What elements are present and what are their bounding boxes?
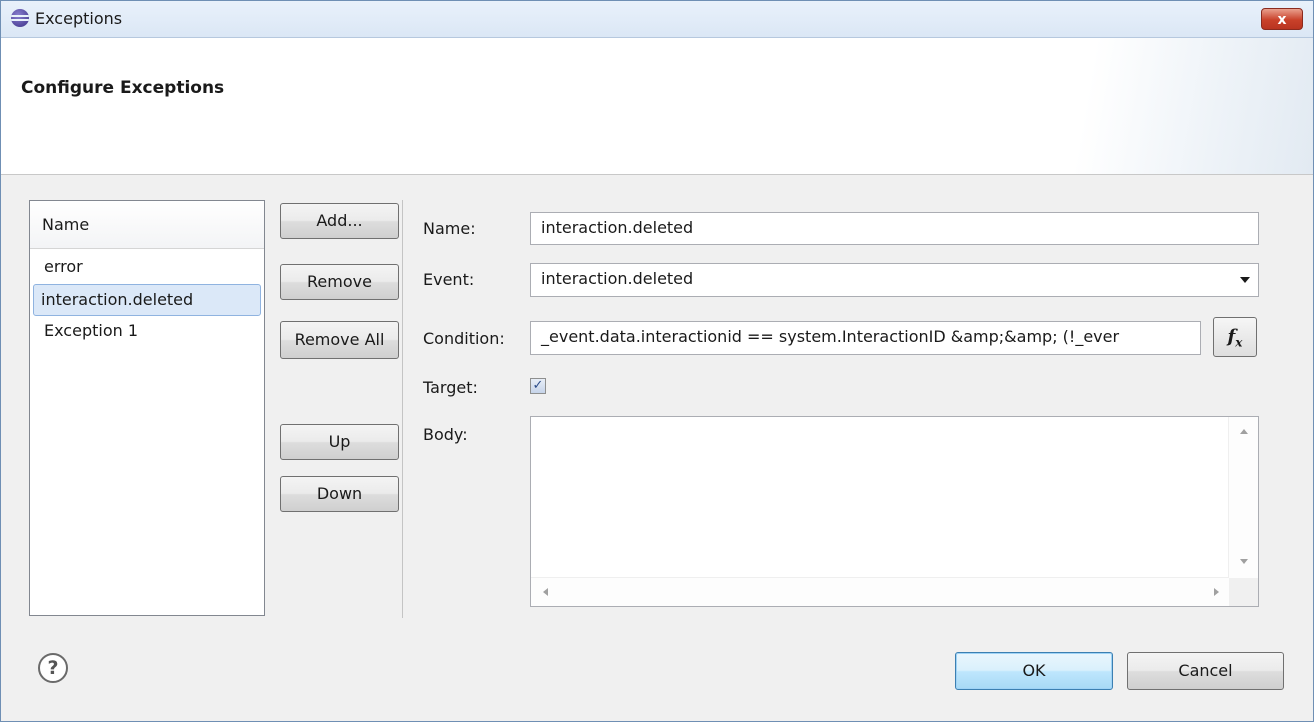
down-button[interactable]: Down <box>280 476 399 512</box>
title-bar[interactable]: Exceptions x <box>1 1 1313 38</box>
list-column-header[interactable]: Name <box>30 201 264 249</box>
list-item[interactable]: Exception 1 <box>33 316 261 348</box>
scroll-left-icon[interactable] <box>543 588 548 596</box>
condition-label: Condition: <box>423 329 505 348</box>
body-textarea[interactable] <box>530 416 1259 607</box>
function-button[interactable]: fx <box>1213 317 1257 357</box>
add-button[interactable]: Add... <box>280 203 399 239</box>
header-banner: Configure Exceptions <box>1 38 1313 175</box>
name-field[interactable]: interaction.deleted <box>530 212 1259 245</box>
chevron-down-icon[interactable] <box>1240 277 1250 283</box>
function-icon: fx <box>1227 326 1243 350</box>
eclipse-icon <box>11 9 29 27</box>
horizontal-scrollbar[interactable] <box>531 577 1229 606</box>
remove-all-button[interactable]: Remove All <box>280 321 399 359</box>
window-title: Exceptions <box>35 9 123 28</box>
scrollbar-corner <box>1229 578 1258 606</box>
remove-button[interactable]: Remove <box>280 264 399 300</box>
up-button[interactable]: Up <box>280 424 399 460</box>
page-title: Configure Exceptions <box>21 78 225 98</box>
list-item[interactable]: interaction.deleted <box>33 284 261 316</box>
target-checkbox[interactable]: ✓ <box>530 378 546 394</box>
vertical-scrollbar[interactable] <box>1228 417 1258 578</box>
body-label: Body: <box>423 425 468 444</box>
exceptions-dialog: Exceptions x Configure Exceptions Name e… <box>0 0 1314 722</box>
event-dropdown[interactable]: interaction.deleted <box>530 263 1259 297</box>
scroll-down-icon[interactable] <box>1240 559 1248 564</box>
event-selected-value: interaction.deleted <box>541 269 694 288</box>
close-button[interactable]: x <box>1261 8 1303 30</box>
vertical-divider <box>402 200 403 618</box>
condition-field[interactable]: _event.data.interactionid == system.Inte… <box>530 321 1201 355</box>
exceptions-list[interactable]: Name error interaction.deleted Exception… <box>29 200 265 616</box>
list-item[interactable]: error <box>33 252 261 284</box>
help-icon[interactable]: ? <box>38 653 68 683</box>
target-label: Target: <box>423 378 478 397</box>
name-label: Name: <box>423 219 476 238</box>
scroll-right-icon[interactable] <box>1214 588 1219 596</box>
ok-button[interactable]: OK <box>955 652 1113 690</box>
cancel-button[interactable]: Cancel <box>1127 652 1284 690</box>
event-label: Event: <box>423 270 475 289</box>
checkmark-icon: ✓ <box>532 378 544 393</box>
scroll-up-icon[interactable] <box>1240 429 1248 434</box>
close-icon: x <box>1277 12 1287 28</box>
